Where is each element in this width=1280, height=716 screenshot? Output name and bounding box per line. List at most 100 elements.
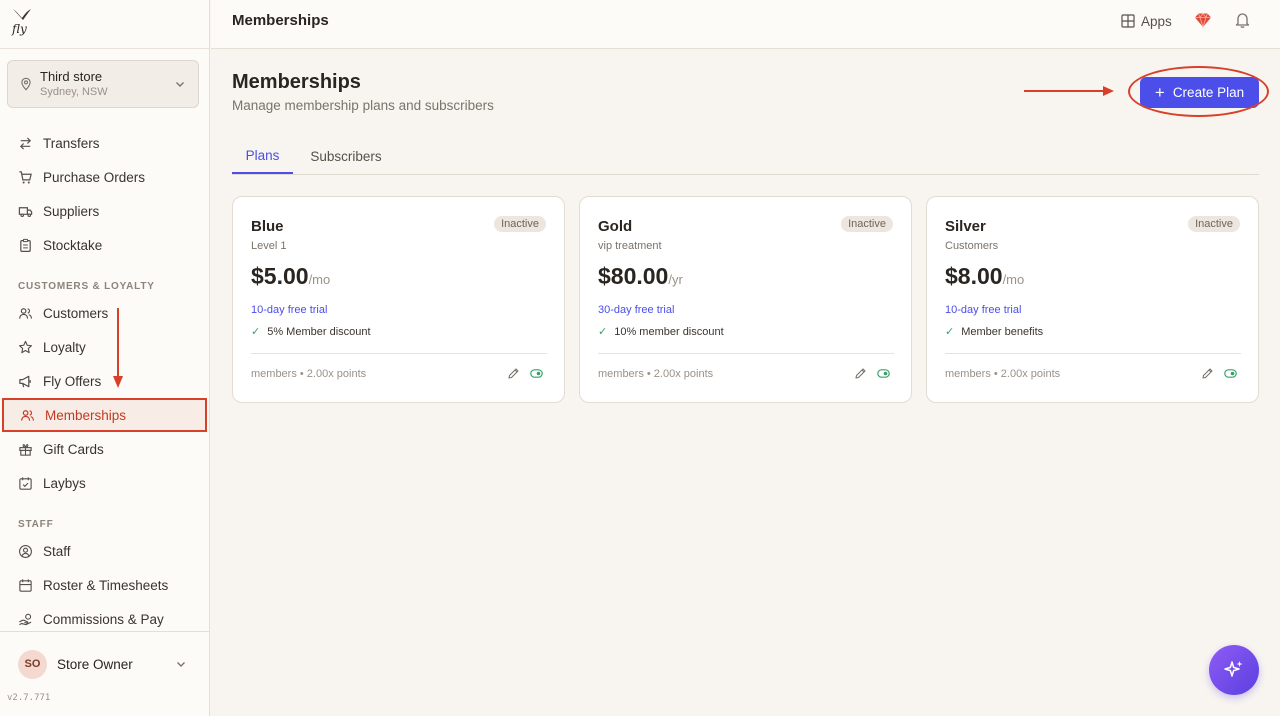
benefit-text: 5% Member discount xyxy=(267,325,371,338)
user-menu[interactable]: SO Store Owner xyxy=(18,649,193,679)
clipboard-icon xyxy=(20,238,31,252)
sidebar-item-transfers[interactable]: Transfers xyxy=(2,126,207,160)
topbar: Memberships Apps xyxy=(211,0,1280,49)
tab-subscribers[interactable]: Subscribers xyxy=(302,138,390,174)
trial-text: 10-day free trial xyxy=(945,304,1022,316)
status-badge: Inactive xyxy=(841,216,893,232)
sidebar-item-label: Roster & Timesheets xyxy=(43,577,169,593)
sidebar-item-label: Suppliers xyxy=(43,203,100,219)
transfer-arrows-icon xyxy=(19,136,32,150)
benefit-text: 10% member discount xyxy=(614,325,724,338)
section-label-customers-loyalty: CUSTOMERS & LOYALTY xyxy=(18,281,155,292)
price-amount: $80.00 xyxy=(598,263,669,289)
users-icon xyxy=(21,409,34,421)
sidebar-item-roster-timesheets[interactable]: Roster & Timesheets xyxy=(2,568,207,602)
sidebar-item-label: Loyalty xyxy=(43,339,86,355)
price-period: /mo xyxy=(308,272,331,287)
store-selector[interactable]: Third store Sydney, NSW xyxy=(7,60,199,108)
tab-label: Plans xyxy=(245,147,280,163)
plan-stats: members • 2.00x points xyxy=(598,368,714,380)
sidebar-item-label: Transfers xyxy=(43,135,100,151)
ai-assistant-button[interactable] xyxy=(1209,645,1259,695)
toggle-icon[interactable] xyxy=(530,368,543,379)
trial-text: 30-day free trial xyxy=(598,304,675,316)
sidebar-item-stocktake[interactable]: Stocktake xyxy=(2,228,207,262)
plan-name: Silver xyxy=(945,218,986,235)
megaphone-icon xyxy=(19,375,31,387)
toggle-icon[interactable] xyxy=(877,368,890,379)
price-period: /mo xyxy=(1002,272,1025,287)
topbar-title: Memberships xyxy=(232,12,329,29)
sidebar-item-customers[interactable]: Customers xyxy=(2,296,207,330)
apps-label: Apps xyxy=(1141,13,1172,29)
annotation-arrow-right xyxy=(1024,86,1114,96)
store-location: Sydney, NSW xyxy=(40,86,108,98)
create-plan-button[interactable]: + Create Plan xyxy=(1140,77,1259,108)
sidebar-item-loyalty[interactable]: Loyalty xyxy=(2,330,207,364)
plan-price: $80.00/yr xyxy=(598,263,683,290)
benefit-item: ✓ 10% member discount xyxy=(598,325,724,339)
sparkles-icon xyxy=(1224,661,1243,677)
price-amount: $8.00 xyxy=(945,263,1003,289)
plan-price: $8.00/mo xyxy=(945,263,1024,290)
sidebar-item-fly-offers[interactable]: Fly Offers xyxy=(2,364,207,398)
sidebar-item-suppliers[interactable]: Suppliers xyxy=(2,194,207,228)
plan-name: Blue xyxy=(251,218,284,235)
location-pin-icon xyxy=(21,77,31,91)
plus-icon: + xyxy=(1154,83,1165,102)
cart-icon xyxy=(19,170,32,183)
coins-icon xyxy=(19,613,32,625)
create-plan-label: Create Plan xyxy=(1172,85,1245,100)
chevron-down-icon xyxy=(176,82,184,87)
check-icon: ✓ xyxy=(251,326,261,338)
calendar-check-icon xyxy=(19,476,32,490)
toggle-icon[interactable] xyxy=(1224,368,1237,379)
sidebar-item-label: Purchase Orders xyxy=(43,169,146,185)
chevron-down-icon xyxy=(177,662,185,667)
star-icon xyxy=(19,340,32,353)
calendar-icon xyxy=(19,578,32,592)
plan-description: vip treatment xyxy=(598,240,662,252)
user-name: Store Owner xyxy=(57,656,133,672)
tab-bar: Plans Subscribers xyxy=(232,138,1259,175)
grid-icon xyxy=(1121,14,1135,28)
plan-stats: members • 2.00x points xyxy=(251,368,367,380)
sidebar-item-staff[interactable]: Staff xyxy=(2,534,207,568)
plan-name: Gold xyxy=(598,218,633,235)
plan-price: $5.00/mo xyxy=(251,263,330,290)
card-divider xyxy=(251,353,547,354)
plan-description: Level 1 xyxy=(251,240,287,252)
tab-plans[interactable]: Plans xyxy=(232,138,293,174)
benefit-text: Member benefits xyxy=(961,325,1044,338)
plan-card-silver[interactable]: Silver Customers Inactive $8.00/mo 10-da… xyxy=(926,196,1259,403)
pencil-icon[interactable] xyxy=(507,367,520,380)
plan-card-gold[interactable]: Gold vip treatment Inactive $80.00/yr 30… xyxy=(579,196,912,403)
price-period: /yr xyxy=(668,272,683,287)
users-icon xyxy=(19,307,32,319)
sidebar-item-purchase-orders[interactable]: Purchase Orders xyxy=(2,160,207,194)
svg-text:fly: fly xyxy=(11,22,27,36)
avatar: SO xyxy=(18,649,47,679)
sidebar-item-memberships[interactable]: Memberships xyxy=(2,398,207,432)
fly-logo-icon[interactable]: fly xyxy=(10,6,34,36)
sidebar-item-gift-cards[interactable]: Gift Cards xyxy=(2,432,207,466)
user-circle-icon xyxy=(19,544,32,558)
bell-icon[interactable] xyxy=(1234,11,1251,29)
sidebar-item-label: Memberships xyxy=(45,407,127,423)
sidebar: fly Third store Sydney, NSW Transfers Pu… xyxy=(0,0,210,716)
pencil-icon[interactable] xyxy=(854,367,867,380)
sidebar-item-label: Fly Offers xyxy=(43,373,102,389)
plan-card-blue[interactable]: Blue Level 1 Inactive $5.00/mo 10-day fr… xyxy=(232,196,565,403)
price-amount: $5.00 xyxy=(251,263,309,289)
apps-button[interactable]: Apps xyxy=(1121,10,1172,32)
gem-icon[interactable] xyxy=(1194,11,1212,29)
card-divider xyxy=(598,353,894,354)
sidebar-item-label: Commissions & Pay xyxy=(43,611,164,627)
pencil-icon[interactable] xyxy=(1201,367,1214,380)
sidebar-item-laybys[interactable]: Laybys xyxy=(2,466,207,500)
truck-icon xyxy=(18,206,33,217)
page-subtitle: Manage membership plans and subscribers xyxy=(232,98,494,113)
page-title: Memberships xyxy=(232,71,361,93)
gift-icon xyxy=(19,443,32,456)
sidebar-item-label: Gift Cards xyxy=(43,441,104,457)
